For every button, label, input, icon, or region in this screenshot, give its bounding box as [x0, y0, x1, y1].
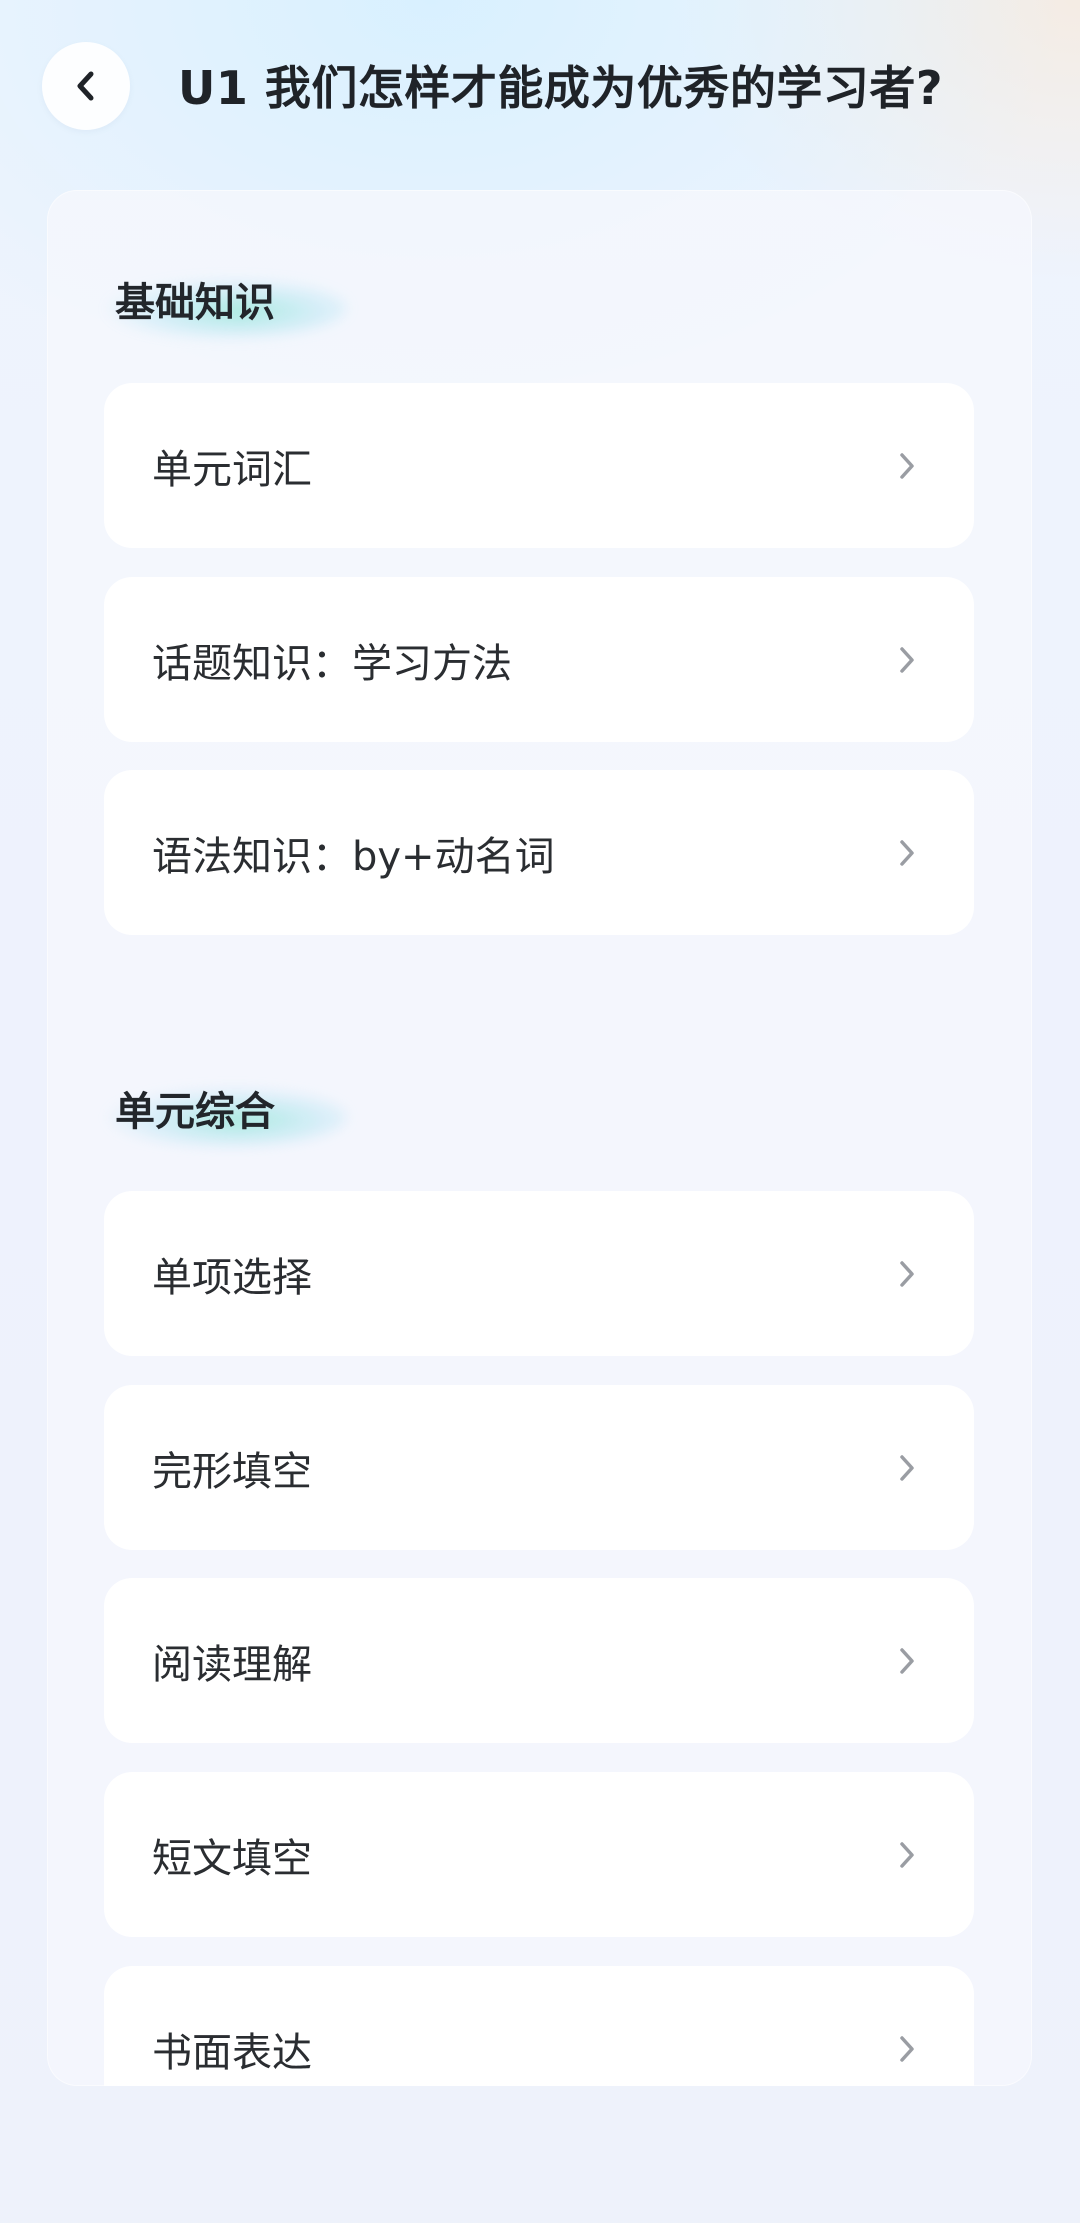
list-item-single-choice[interactable]: 单项选择: [104, 1191, 974, 1356]
list-item-label: 书面表达: [152, 2029, 312, 2076]
list-item-label: 短文填空: [152, 1835, 312, 1882]
list-item-topic-knowledge[interactable]: 话题知识：学习方法: [104, 577, 974, 742]
chevron-right-icon: [892, 645, 922, 675]
chevron-right-icon: [892, 2034, 922, 2064]
list-item-unit-vocabulary[interactable]: 单元词汇: [104, 383, 974, 548]
list-item-label: 语法知识：by+动名词: [152, 833, 555, 880]
chevron-right-icon: [892, 838, 922, 868]
section-title-unit-comprehensive: 单元综合: [115, 1089, 275, 1135]
list-item-label: 单元词汇: [152, 446, 312, 493]
chevron-right-icon: [892, 1259, 922, 1289]
header: U1 我们怎样才能成为优秀的学习者?: [0, 0, 1080, 175]
list-item-cloze[interactable]: 完形填空: [104, 1385, 974, 1550]
chevron-left-icon: [77, 71, 94, 101]
list-item-grammar-knowledge[interactable]: 语法知识：by+动名词: [104, 770, 974, 935]
content-panel: 基础知识 单元词汇 话题知识：学习方法 语法知识：by+动名词 单元综合 单项选…: [47, 190, 1032, 2086]
chevron-right-icon: [892, 1840, 922, 1870]
chevron-right-icon: [892, 1453, 922, 1483]
list-item-label: 阅读理解: [152, 1641, 312, 1688]
list-item-label: 完形填空: [152, 1448, 312, 1495]
back-button[interactable]: [42, 42, 130, 130]
list-item-label: 话题知识：学习方法: [152, 640, 512, 687]
chevron-right-icon: [892, 1646, 922, 1676]
page-title: U1 我们怎样才能成为优秀的学习者?: [178, 61, 944, 115]
list-item-passage-fill[interactable]: 短文填空: [104, 1772, 974, 1937]
section-title-basic-knowledge: 基础知识: [115, 280, 275, 326]
list-item-written-expression[interactable]: 书面表达: [104, 1966, 974, 2086]
chevron-right-icon: [892, 451, 922, 481]
list-item-label: 单项选择: [152, 1254, 312, 1301]
list-item-reading-comprehension[interactable]: 阅读理解: [104, 1578, 974, 1743]
